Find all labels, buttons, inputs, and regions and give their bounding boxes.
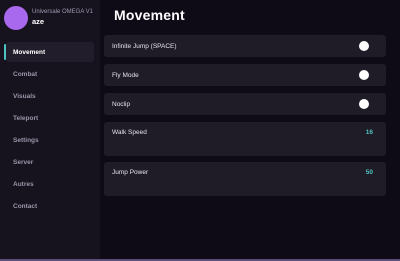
sidebar-item-contact[interactable]: Contact — [0, 196, 100, 216]
noclip-label: Noclip — [112, 101, 131, 108]
infinite-jump-label: Infinite Jump (SPACE) — [112, 43, 177, 50]
walk-speed-value: 16 — [365, 129, 373, 136]
sidebar-item-server[interactable]: Server — [0, 152, 100, 172]
sidebar-item-combat[interactable]: Combat — [0, 64, 100, 84]
fly-mode-toggle-icon[interactable] — [359, 70, 369, 80]
infinite-jump-row[interactable]: Infinite Jump (SPACE) — [104, 35, 386, 57]
main-panel: Movement Infinite Jump (SPACE) Fly Mode … — [100, 0, 400, 261]
jump-power-value: 50 — [365, 169, 373, 176]
sidebar-item-visuals[interactable]: Visuals — [0, 86, 100, 106]
walk-speed-slider[interactable]: Walk Speed 16 — [104, 122, 386, 156]
walk-speed-label: Walk Speed — [112, 129, 147, 136]
sidebar-item-settings[interactable]: Settings — [0, 130, 100, 150]
sidebar-nav: Movement Combat Visuals Teleport Setting… — [0, 42, 100, 218]
user-name: aze — [32, 17, 45, 26]
fly-mode-row[interactable]: Fly Mode — [104, 64, 386, 86]
jump-power-slider[interactable]: Jump Power 50 — [104, 162, 386, 196]
sidebar: Universale OMEGA V1 aze Movement Combat … — [0, 0, 100, 261]
app-title: Universale OMEGA V1 — [32, 9, 94, 15]
avatar — [4, 6, 28, 30]
sidebar-item-teleport[interactable]: Teleport — [0, 108, 100, 128]
user-profile: Universale OMEGA V1 aze — [4, 6, 100, 32]
sidebar-item-movement[interactable]: Movement — [4, 42, 94, 62]
page-title: Movement — [114, 7, 185, 23]
infinite-jump-toggle-icon[interactable] — [359, 41, 369, 51]
noclip-toggle-icon[interactable] — [359, 99, 369, 109]
noclip-row[interactable]: Noclip — [104, 93, 386, 115]
fly-mode-label: Fly Mode — [112, 72, 139, 79]
sidebar-item-autres[interactable]: Autres — [0, 174, 100, 194]
jump-power-label: Jump Power — [112, 169, 149, 176]
